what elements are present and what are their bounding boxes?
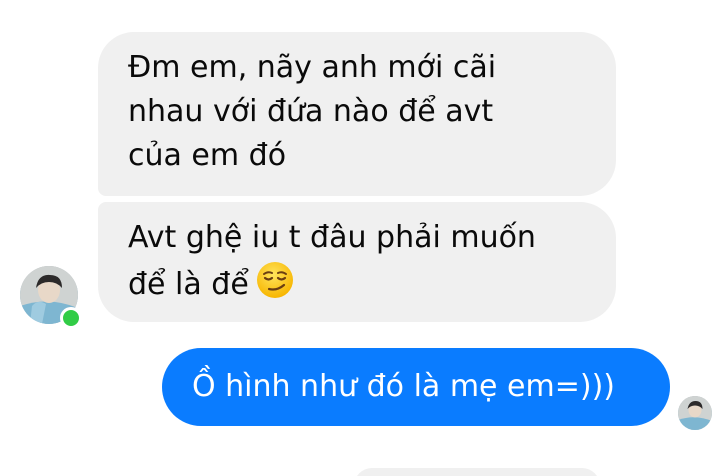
- incoming-message-bubble[interactable]: Avt ghệ iu t đâu phải muốn để là để: [98, 202, 616, 322]
- incoming-message-bubble[interactable]: Đm em, nãy anh mới cãi nhau với đứa nào …: [98, 32, 616, 196]
- seen-receipt-avatar: [678, 396, 712, 430]
- chat-thread: Đm em, nãy anh mới cãi nhau với đứa nào …: [0, 0, 720, 476]
- online-status-indicator: [60, 307, 82, 329]
- message-text: Avt ghệ iu t đâu phải muốn để là để: [128, 220, 536, 302]
- outgoing-message-bubble[interactable]: Ồ hình như đó là mẹ em=))): [162, 348, 670, 426]
- smirking-face-icon: [255, 260, 295, 300]
- incoming-message-bubble-partial[interactable]: [354, 468, 600, 476]
